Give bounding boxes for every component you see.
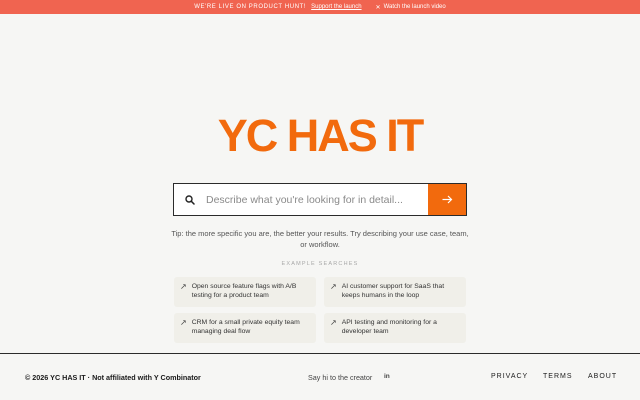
support-launch-link[interactable]: Support the launch	[311, 4, 361, 10]
footer-link-terms[interactable]: Terms	[543, 373, 573, 380]
banner-text: We're live on Product Hunt!	[194, 4, 307, 10]
example-search-text: AI customer support for SaaS that keeps …	[341, 283, 445, 299]
arrow-up-right-icon: ↗	[330, 318, 337, 327]
search-tip: Tip: the more specific you are, the bett…	[171, 229, 469, 249]
footer: © 2026 YC HAS IT · Not affiliated with Y…	[0, 353, 640, 400]
say-hi-link[interactable]: Say hi to the creator	[308, 373, 372, 382]
example-search-card[interactable]: ↗ CRM for a small private equity team ma…	[174, 313, 316, 343]
example-search-card[interactable]: ↗ API testing and monitoring for a devel…	[324, 313, 466, 343]
search-box	[173, 183, 467, 216]
watch-video-link[interactable]: Watch the launch video	[384, 4, 446, 10]
example-search-text: API testing and monitoring for a develop…	[341, 319, 437, 335]
search-icon	[174, 184, 206, 215]
example-search-card[interactable]: ↗ Open source feature flags with A/B tes…	[174, 277, 316, 307]
search-submit-button[interactable]	[428, 184, 466, 215]
copyright-text: © 2026 YC HAS IT · Not affiliated with Y…	[25, 373, 201, 382]
arrow-up-right-icon: ↗	[180, 282, 187, 291]
arrow-up-right-icon: ↗	[330, 282, 337, 291]
footer-link-about[interactable]: About	[588, 373, 617, 380]
example-search-text: Open source feature flags with A/B testi…	[191, 283, 297, 299]
linkedin-icon[interactable]: in	[384, 373, 390, 380]
arrow-up-right-icon: ↗	[180, 318, 187, 327]
arrow-right-icon	[442, 195, 452, 204]
announcement-banner: We're live on Product Hunt! Support the …	[0, 0, 640, 14]
example-search-text: CRM for a small private equity team mana…	[191, 319, 300, 335]
example-search-card[interactable]: ↗ AI customer support for SaaS that keep…	[324, 277, 466, 307]
examples-heading: Example searches	[281, 261, 359, 267]
footer-link-privacy[interactable]: Privacy	[491, 373, 528, 380]
site-logo: YC HAS IT	[217, 110, 425, 161]
x-logo-icon: ✕	[375, 4, 381, 11]
search-input[interactable]	[206, 184, 428, 215]
